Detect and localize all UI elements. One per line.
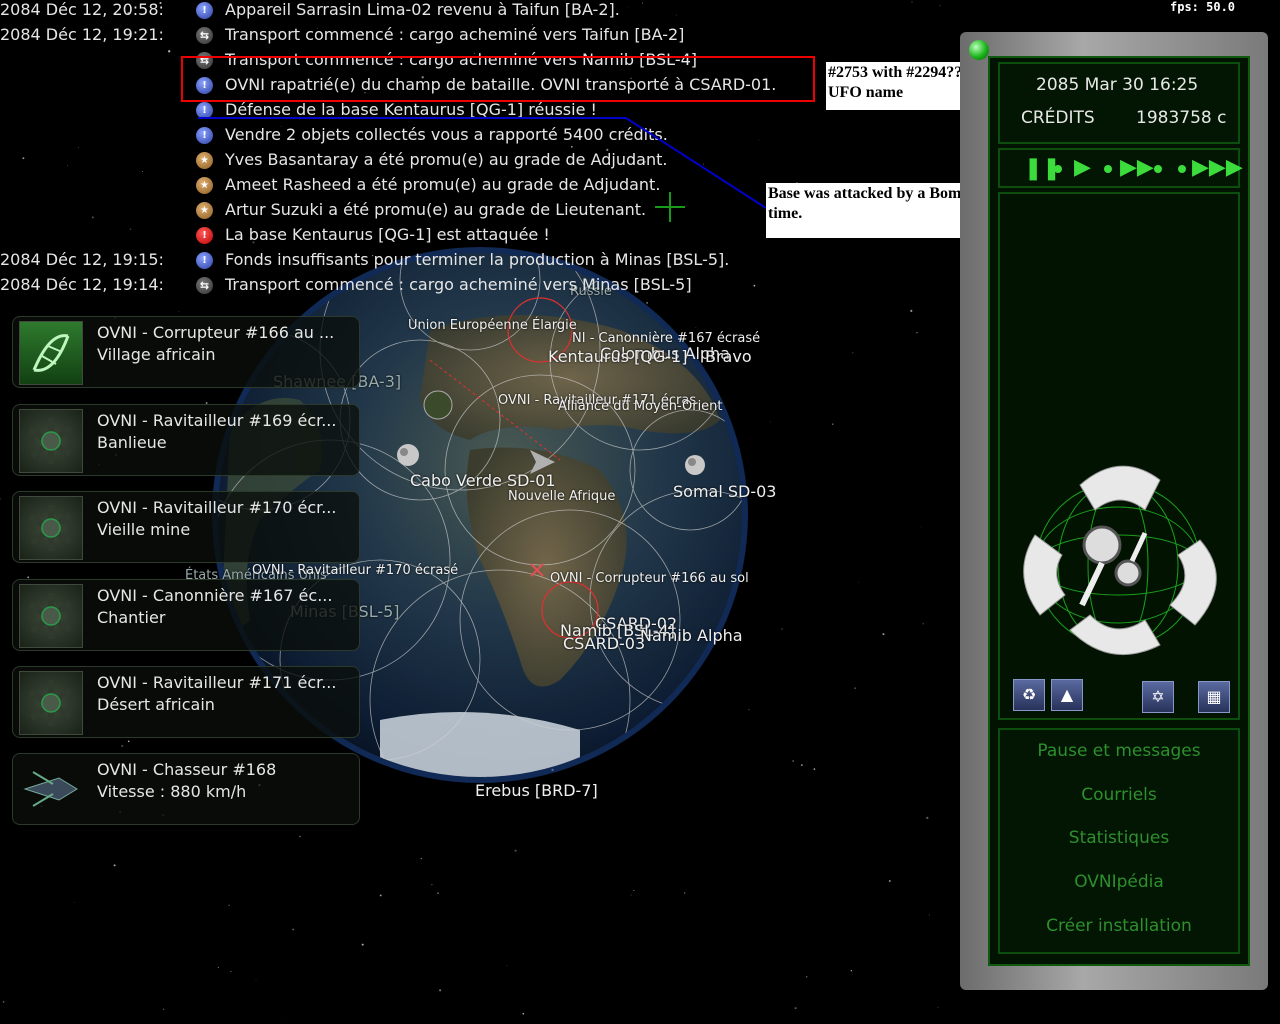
menu-ufopedia[interactable]: OVNIpédia — [990, 872, 1248, 892]
map-label-base[interactable]: Bravo — [705, 347, 752, 366]
message-text: Fonds insuffisants pour terminer la prod… — [225, 250, 730, 269]
ufo-title: OVNI - Ravitailleur #169 écr... — [97, 411, 337, 430]
radar-view-button[interactable]: ▲ — [1051, 679, 1083, 711]
map-label-base[interactable]: Cabo Verde SD-01 — [410, 471, 556, 490]
dna-icon — [19, 321, 83, 385]
message-text: Yves Basantaray a été promu(e) au grade … — [225, 150, 668, 169]
menu-pause-messages[interactable]: Pause et messages — [990, 741, 1248, 761]
play-icon[interactable]: ▶ — [1074, 157, 1091, 179]
map-label-base[interactable]: Somal SD-03 — [673, 482, 776, 501]
transport-icon: ⇆ — [196, 277, 213, 294]
speed-step-dot[interactable] — [1154, 165, 1162, 173]
map-label-region: Nouvelle Afrique — [508, 489, 616, 504]
ufo-title: OVNI - Ravitailleur #170 écr... — [97, 498, 337, 517]
fps-counter: fps: 50.0 — [1170, 0, 1236, 14]
ufo-title: OVNI - Canonnière #167 éc... — [97, 586, 333, 605]
bases-view-button[interactable]: ♻ — [1013, 679, 1045, 711]
overlay-view-button[interactable]: ▦ — [1198, 681, 1230, 713]
promo-icon: ★ — [196, 202, 213, 219]
info-icon: ! — [196, 2, 213, 19]
map-label-base[interactable]: Namib Alpha — [640, 626, 743, 645]
ufo-title: OVNI - Ravitailleur #171 écr... — [97, 673, 337, 692]
promo-icon: ★ — [196, 152, 213, 169]
transport-icon: ⇆ — [196, 27, 213, 44]
fighter-icon — [19, 758, 81, 820]
speed-step-dot[interactable] — [1178, 165, 1186, 173]
ufo-list-item[interactable]: OVNI - Chasseur #168 Vitesse : 880 km/h — [12, 753, 360, 825]
ufo-subtitle: Vieille mine — [97, 520, 191, 539]
base-icon[interactable] — [685, 455, 705, 475]
target-crosshair — [655, 192, 685, 222]
ufo-subtitle: Vitesse : 880 km/h — [97, 782, 247, 801]
fast-forward-icon[interactable]: ▶▶ — [1120, 157, 1154, 179]
ufo-title: OVNI - Chasseur #168 — [97, 760, 277, 779]
speed-step-dot[interactable] — [1104, 165, 1112, 173]
info-icon: ! — [196, 127, 213, 144]
message-text: Appareil Sarrasin Lima-02 revenu à Taifu… — [225, 0, 620, 19]
map-label-ufo[interactable]: OVNI - Ravitailleur #170 écrasé — [252, 563, 458, 578]
message-time: 2084 Déc 12, 19:15: — [0, 250, 164, 269]
info-icon: ! — [196, 102, 213, 119]
ufo-wreck-icon — [19, 671, 83, 735]
ufo-list-item[interactable]: OVNI - Ravitailleur #169 écr... Banlieue — [12, 404, 360, 476]
alert-icon: ! — [196, 227, 213, 244]
info-icon: ! — [196, 252, 213, 269]
ufo-list-item[interactable]: OVNI - Ravitailleur #170 écr... Vieille m… — [12, 491, 360, 563]
ufo-list-item[interactable]: OVNI - Canonnière #167 éc... Chantier — [12, 579, 360, 651]
ufo-subtitle: Banlieue — [97, 433, 167, 452]
game-date: 2085 Mar 30 16:25 — [1036, 75, 1199, 95]
center-view-button[interactable]: ✡ — [1142, 681, 1174, 713]
base-icon[interactable] — [397, 444, 419, 466]
map-label-base[interactable]: Erebus [BRD-7] — [475, 781, 598, 800]
menu-statistics[interactable]: Statistiques — [990, 828, 1248, 848]
message-time: 2084 Déc 12, 20:58: — [0, 0, 164, 19]
message-text: Transport commencé : cargo acheminé vers… — [225, 275, 692, 294]
message-time: 2084 Déc 12, 19:21: — [0, 25, 164, 44]
credits-value: 1983758 c — [1136, 108, 1227, 128]
message-text: La base Kentaurus [QG-1] est attaquée ! — [225, 225, 550, 244]
status-led — [969, 40, 989, 60]
ufo-subtitle: Village africain — [97, 345, 216, 364]
menu-mail[interactable]: Courriels — [990, 785, 1248, 805]
ufo-wreck-icon — [19, 584, 83, 648]
speed-step-dot[interactable] — [1054, 165, 1062, 173]
ufo-subtitle: Chantier — [97, 608, 166, 627]
map-label-region: Union Européenne Élargie — [408, 318, 577, 333]
map-label-base[interactable]: CSARD-03 — [563, 634, 645, 653]
message-text: Défense de la base Kentaurus [QG-1] réus… — [225, 100, 597, 119]
ufo-list-item[interactable]: OVNI - Ravitailleur #171 écr... Désert af… — [12, 666, 360, 738]
message-text: Artur Suzuki a été promu(e) au grade de … — [225, 200, 647, 219]
ufo-wreck-icon — [19, 496, 83, 560]
annotation-highlight-box — [181, 56, 815, 102]
ufo-title: OVNI - Corrupteur #166 au ... — [97, 323, 335, 342]
credits-label: CRÉDITS — [1021, 108, 1095, 128]
message-time: 2084 Déc 12, 19:14: — [0, 275, 164, 294]
ufo-list-item[interactable]: OVNI - Corrupteur #166 au ... Village afr… — [12, 316, 360, 388]
message-text: Vendre 2 objets collectés vous a rapport… — [225, 125, 668, 144]
geoscape-emblem-icon[interactable] — [1010, 455, 1225, 670]
map-label-base[interactable]: Kentaurus [QG-1] — [548, 347, 687, 366]
ufo-subtitle: Désert africain — [97, 695, 215, 714]
menu-build-installation[interactable]: Créer installation — [990, 916, 1248, 936]
map-label-region: Alliance du Moyen-Orient — [558, 399, 723, 414]
fastest-forward-icon[interactable]: ▶▶▶ — [1192, 157, 1243, 179]
ufo-wreck-icon — [19, 409, 83, 473]
promo-icon: ★ — [196, 177, 213, 194]
message-text: Ameet Rasheed a été promu(e) au grade de… — [225, 175, 661, 194]
ufo-crash-marker[interactable] — [423, 390, 453, 420]
message-text: Transport commencé : cargo acheminé vers… — [225, 25, 685, 44]
map-label-ufo[interactable]: OVNI - Corrupteur #166 au sol — [550, 571, 749, 586]
